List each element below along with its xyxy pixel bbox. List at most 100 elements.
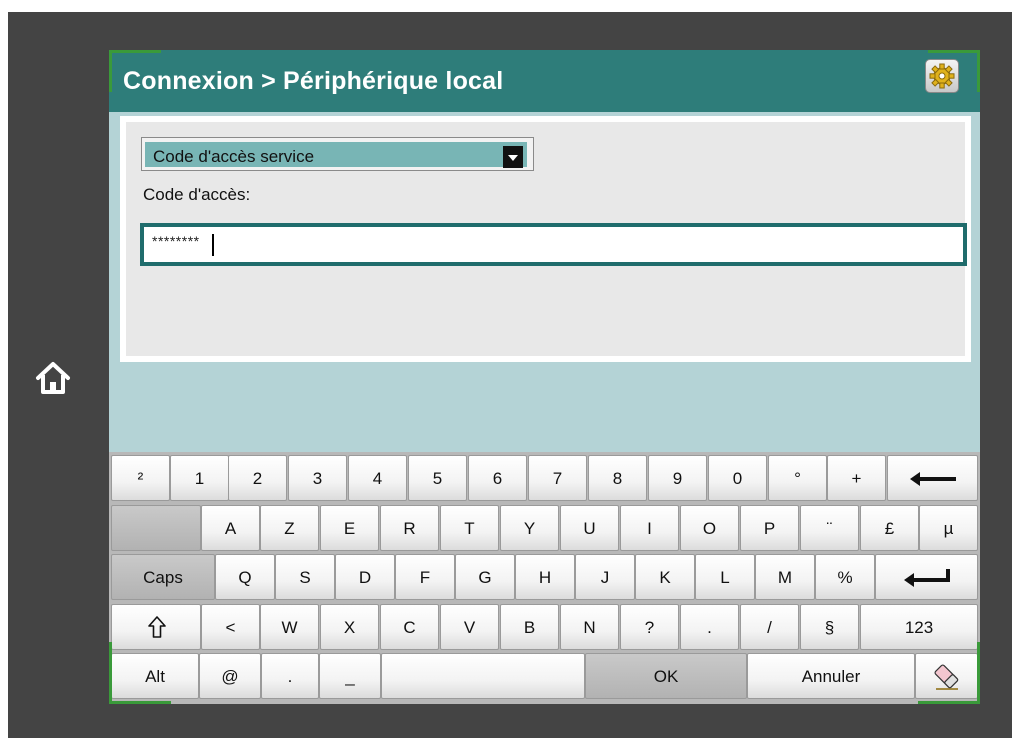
key-t[interactable]: T — [440, 505, 499, 551]
backspace-key[interactable] — [887, 455, 978, 501]
key-label: OK — [653, 667, 679, 686]
key-s[interactable]: S — [275, 554, 335, 600]
corner-accent-bl — [109, 701, 171, 704]
ok-button[interactable]: OK — [585, 653, 747, 699]
key-label: Z — [284, 519, 295, 538]
shift-arrow-icon — [148, 616, 166, 638]
key-h[interactable]: H — [515, 554, 575, 600]
key-5[interactable]: 5 — [408, 455, 467, 501]
key-superscript-two[interactable]: ² — [111, 455, 170, 501]
shift-key[interactable] — [111, 604, 201, 650]
key-less-than[interactable]: < — [201, 604, 260, 650]
key-x[interactable]: X — [320, 604, 379, 650]
key-label: . — [287, 667, 293, 686]
key-4[interactable]: 4 — [348, 455, 407, 501]
key-1[interactable]: 1 — [170, 455, 229, 501]
home-button[interactable] — [34, 359, 72, 397]
key-r[interactable]: R — [380, 505, 439, 551]
key-8[interactable]: 8 — [588, 455, 647, 501]
key-label: 4 — [372, 469, 383, 488]
key-micro[interactable]: µ — [919, 505, 978, 551]
key-v[interactable]: V — [440, 604, 499, 650]
key-w[interactable]: W — [260, 604, 319, 650]
key-label: V — [463, 618, 476, 637]
key-2[interactable]: 2 — [228, 455, 287, 501]
key-at[interactable]: @ — [199, 653, 261, 699]
key-0[interactable]: 0 — [708, 455, 767, 501]
key-6[interactable]: 6 — [468, 455, 527, 501]
key-g[interactable]: G — [455, 554, 515, 600]
alt-key[interactable]: Alt — [111, 653, 199, 699]
key-label: _ — [345, 667, 355, 686]
enter-key[interactable] — [875, 554, 978, 600]
key-period[interactable]: . — [680, 604, 739, 650]
key-m[interactable]: M — [755, 554, 815, 600]
key-label: B — [523, 618, 536, 637]
gear-icon — [929, 63, 955, 89]
key-j[interactable]: J — [575, 554, 635, 600]
key-d[interactable]: D — [335, 554, 395, 600]
key-label: 5 — [432, 469, 443, 488]
key-a[interactable]: A — [201, 505, 260, 551]
key-label: < — [225, 618, 236, 637]
key-label: M — [777, 568, 793, 587]
key-label: + — [851, 469, 862, 488]
key-i[interactable]: I — [620, 505, 679, 551]
key-u[interactable]: U — [560, 505, 619, 551]
key-f[interactable]: F — [395, 554, 455, 600]
key-question[interactable]: ? — [620, 604, 679, 650]
key-label: Q — [238, 568, 252, 587]
key-period-bottom[interactable]: . — [261, 653, 319, 699]
page-title: Connexion > Périphérique local — [123, 67, 504, 95]
key-n[interactable]: N — [560, 604, 619, 650]
access-code-input[interactable]: ******** — [140, 223, 967, 266]
key-percent[interactable]: % — [815, 554, 875, 600]
key-label: 9 — [672, 469, 683, 488]
key-plus[interactable]: + — [827, 455, 886, 501]
key-7[interactable]: 7 — [528, 455, 587, 501]
key-blank-wide[interactable] — [111, 505, 201, 551]
corner-accent-bl-v — [109, 642, 112, 704]
cancel-button[interactable]: Annuler — [747, 653, 915, 699]
key-e[interactable]: E — [320, 505, 379, 551]
clear-button[interactable] — [915, 653, 978, 699]
access-code-label: Code d'accès: — [143, 185, 251, 204]
key-slash[interactable]: / — [740, 604, 799, 650]
key-y[interactable]: Y — [500, 505, 559, 551]
key-pound[interactable]: £ — [860, 505, 919, 551]
key-b[interactable]: B — [500, 604, 559, 650]
key-label: H — [538, 568, 552, 587]
key-label: U — [583, 519, 596, 538]
numeric-mode-key[interactable]: 123 — [860, 604, 978, 650]
key-diaeresis[interactable]: ¨ — [800, 505, 859, 551]
settings-button[interactable] — [925, 59, 959, 93]
key-z[interactable]: Z — [260, 505, 319, 551]
key-label: R — [403, 519, 416, 538]
caps-lock-key[interactable]: Caps — [111, 554, 215, 600]
key-9[interactable]: 9 — [648, 455, 707, 501]
key-label: K — [659, 568, 671, 587]
key-section[interactable]: § — [800, 604, 859, 650]
key-3[interactable]: 3 — [288, 455, 347, 501]
dropdown-face: Code d'accès service — [145, 142, 527, 168]
eraser-icon — [934, 664, 959, 690]
key-label: G — [478, 568, 492, 587]
key-q[interactable]: Q — [215, 554, 275, 600]
key-label: . — [707, 618, 712, 637]
key-underscore[interactable]: _ — [319, 653, 381, 699]
key-o[interactable]: O — [680, 505, 739, 551]
backspace-arrow-icon — [910, 472, 956, 486]
key-p[interactable]: P — [740, 505, 799, 551]
key-degree[interactable]: ° — [768, 455, 827, 501]
key-label: P — [763, 519, 776, 538]
key-l[interactable]: L — [695, 554, 755, 600]
key-label: ¨ — [826, 519, 833, 538]
corner-accent-tl — [109, 50, 161, 53]
access-type-dropdown[interactable]: Code d'accès service — [141, 137, 534, 171]
space-key[interactable] — [381, 653, 585, 699]
key-label: 8 — [612, 469, 623, 488]
title-bar: Connexion > Périphérique local — [109, 50, 980, 112]
key-label: I — [647, 519, 652, 538]
key-c[interactable]: C — [380, 604, 439, 650]
key-k[interactable]: K — [635, 554, 695, 600]
